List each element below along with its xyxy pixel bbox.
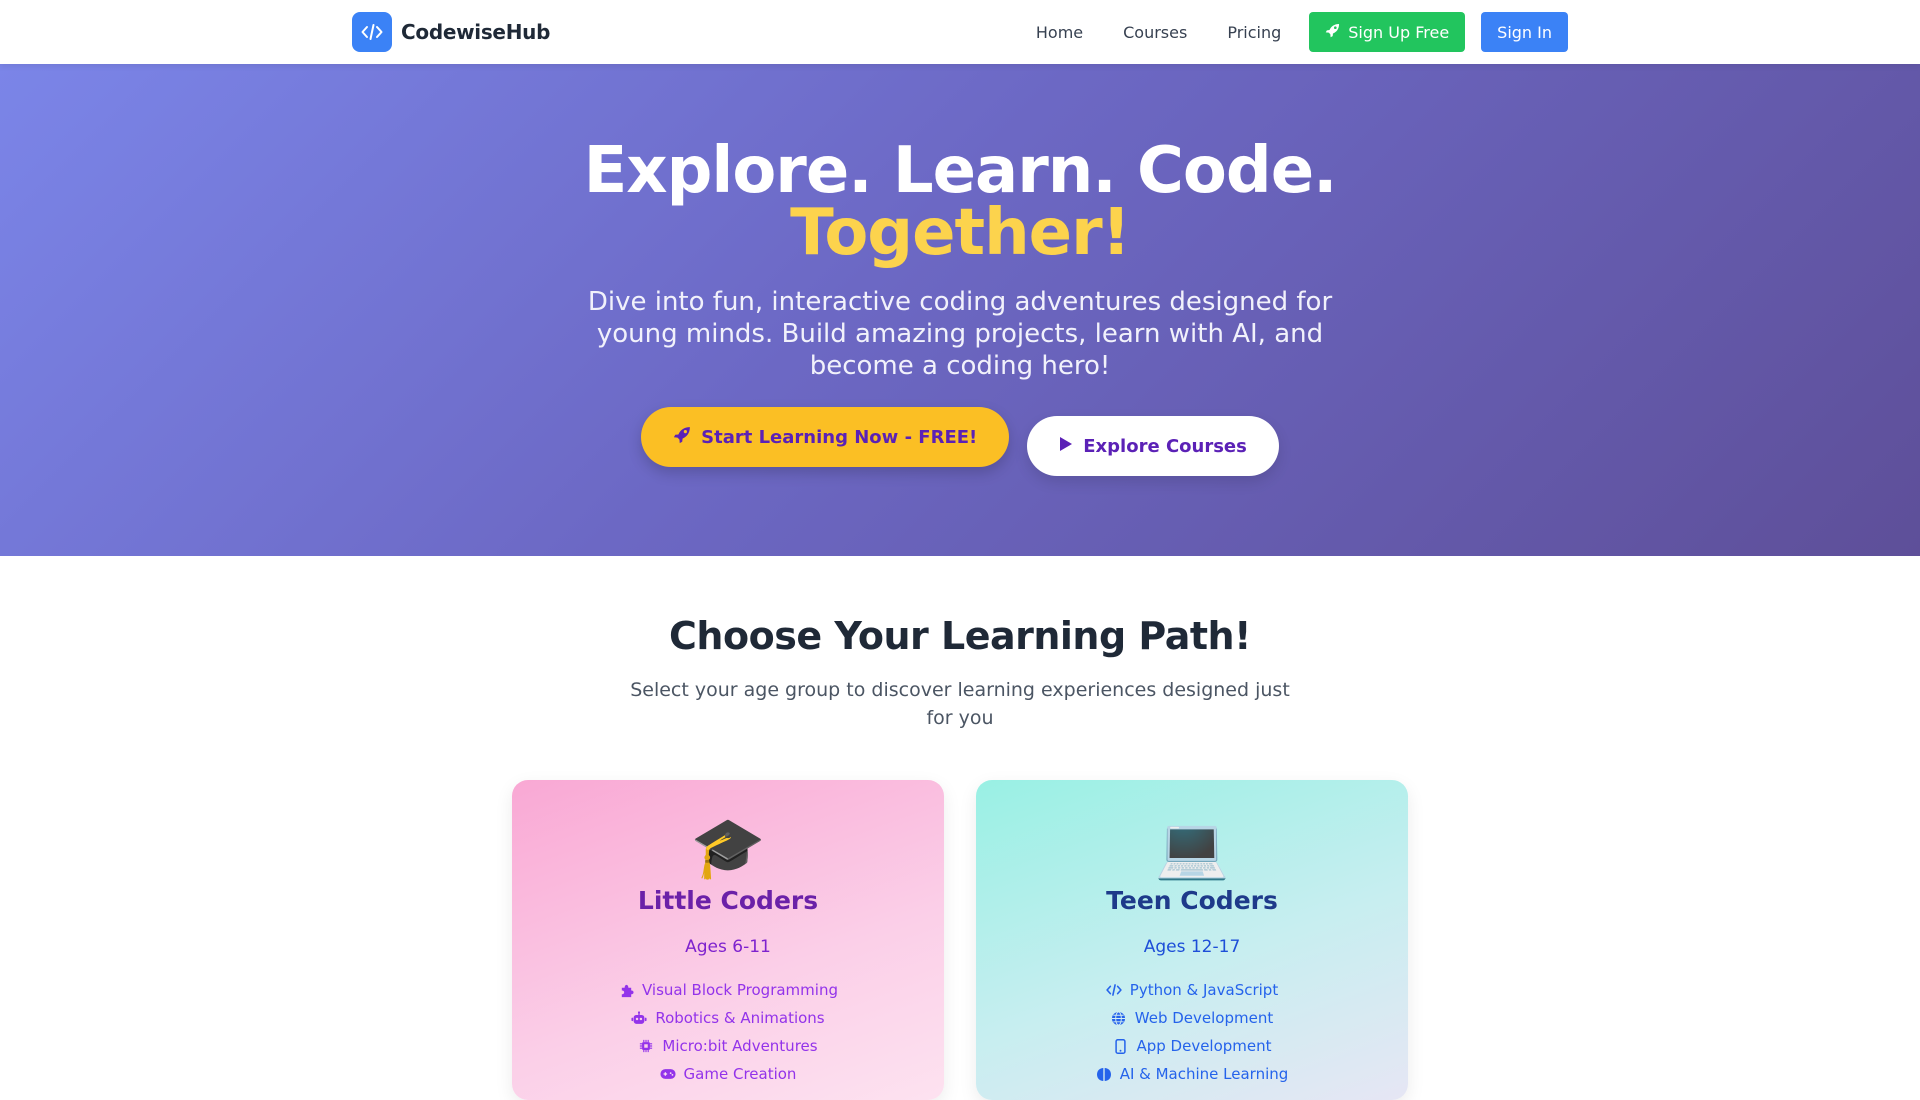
code-icon: [352, 12, 392, 52]
list-item: Game Creation: [512, 1060, 944, 1088]
list-item: Python & JavaScript: [976, 976, 1408, 1004]
feature-label: Python & JavaScript: [1129, 981, 1279, 999]
list-item: App Development: [976, 1032, 1408, 1060]
feature-label: Robotics & Animations: [655, 1009, 825, 1027]
card-little-coders[interactable]: 🎓 Little Coders Ages 6-11 Visual Block P…: [512, 780, 944, 1100]
list-item: Web Development: [976, 1004, 1408, 1032]
nav-link-courses[interactable]: Courses: [1123, 23, 1187, 42]
hero-section: Explore. Learn. Code. Together! Dive int…: [0, 64, 1920, 556]
mobile-icon: [1112, 1038, 1128, 1054]
card-title: Teen Coders: [1106, 886, 1278, 915]
start-learning-label: Start Learning Now - FREE!: [701, 426, 978, 448]
code-icon: [1106, 982, 1122, 998]
nav-link-pricing[interactable]: Pricing: [1227, 23, 1281, 42]
hero-actions: Start Learning Now - FREE! Explore Cours…: [0, 407, 1920, 476]
feature-label: Web Development: [1134, 1009, 1274, 1027]
robot-icon: [631, 1010, 647, 1026]
hero-title: Explore. Learn. Code. Together!: [0, 139, 1920, 270]
explore-courses-button[interactable]: Explore Courses: [1027, 416, 1279, 476]
microchip-icon: [638, 1038, 654, 1054]
sign-up-button[interactable]: Sign Up Free: [1309, 12, 1466, 52]
nav-links: Home Courses Pricing Sign Up Free Sign I…: [1036, 12, 1568, 52]
feature-label: Visual Block Programming: [642, 981, 838, 999]
list-item: AI & Machine Learning: [976, 1060, 1408, 1088]
start-learning-button[interactable]: Start Learning Now - FREE!: [641, 407, 1010, 467]
list-item: Visual Block Programming: [512, 976, 944, 1004]
rocket-icon: [1325, 23, 1340, 42]
puzzle-icon: [618, 982, 634, 998]
globe-icon: [1111, 1010, 1127, 1026]
list-item: Robotics & Animations: [512, 1004, 944, 1032]
feature-label: AI & Machine Learning: [1119, 1065, 1289, 1083]
play-icon: [1059, 436, 1073, 457]
feature-label: Game Creation: [683, 1065, 797, 1083]
sign-up-label: Sign Up Free: [1348, 22, 1450, 42]
nav-link-home[interactable]: Home: [1036, 23, 1083, 42]
brand[interactable]: CodewiseHub: [352, 12, 550, 52]
list-item: Micro:bit Adventures: [512, 1032, 944, 1060]
explore-courses-label: Explore Courses: [1083, 435, 1247, 457]
card-teen-coders[interactable]: 💻 Teen Coders Ages 12-17 Python & JavaSc…: [976, 780, 1408, 1100]
feature-list: Visual Block Programming Robotics & Anim…: [512, 976, 944, 1088]
sign-in-button[interactable]: Sign In: [1481, 12, 1568, 52]
navbar-inner: CodewiseHub Home Courses Pricing Sign Up…: [352, 0, 1568, 64]
hero-title-accent: Together!: [790, 196, 1131, 270]
section-subtitle: Select your age group to discover learni…: [630, 679, 1290, 729]
feature-label: Micro:bit Adventures: [662, 1037, 818, 1055]
card-title: Little Coders: [637, 886, 819, 915]
hero-subtitle: Dive into fun, interactive coding advent…: [587, 287, 1333, 381]
card-ages: Ages 12-17: [1143, 937, 1241, 957]
laptop-icon: 💻: [1154, 813, 1230, 883]
section-title: Choose Your Learning Path!: [669, 614, 1251, 658]
rocket-icon: [673, 426, 691, 449]
brand-name: CodewiseHub: [401, 20, 551, 44]
navbar: CodewiseHub Home Courses Pricing Sign Up…: [0, 0, 1920, 64]
feature-list: Python & JavaScript Web Development App …: [976, 976, 1408, 1088]
graduation-cap-icon: 🎓: [690, 813, 766, 883]
feature-label: App Development: [1136, 1037, 1272, 1055]
card-ages: Ages 6-11: [685, 937, 771, 957]
